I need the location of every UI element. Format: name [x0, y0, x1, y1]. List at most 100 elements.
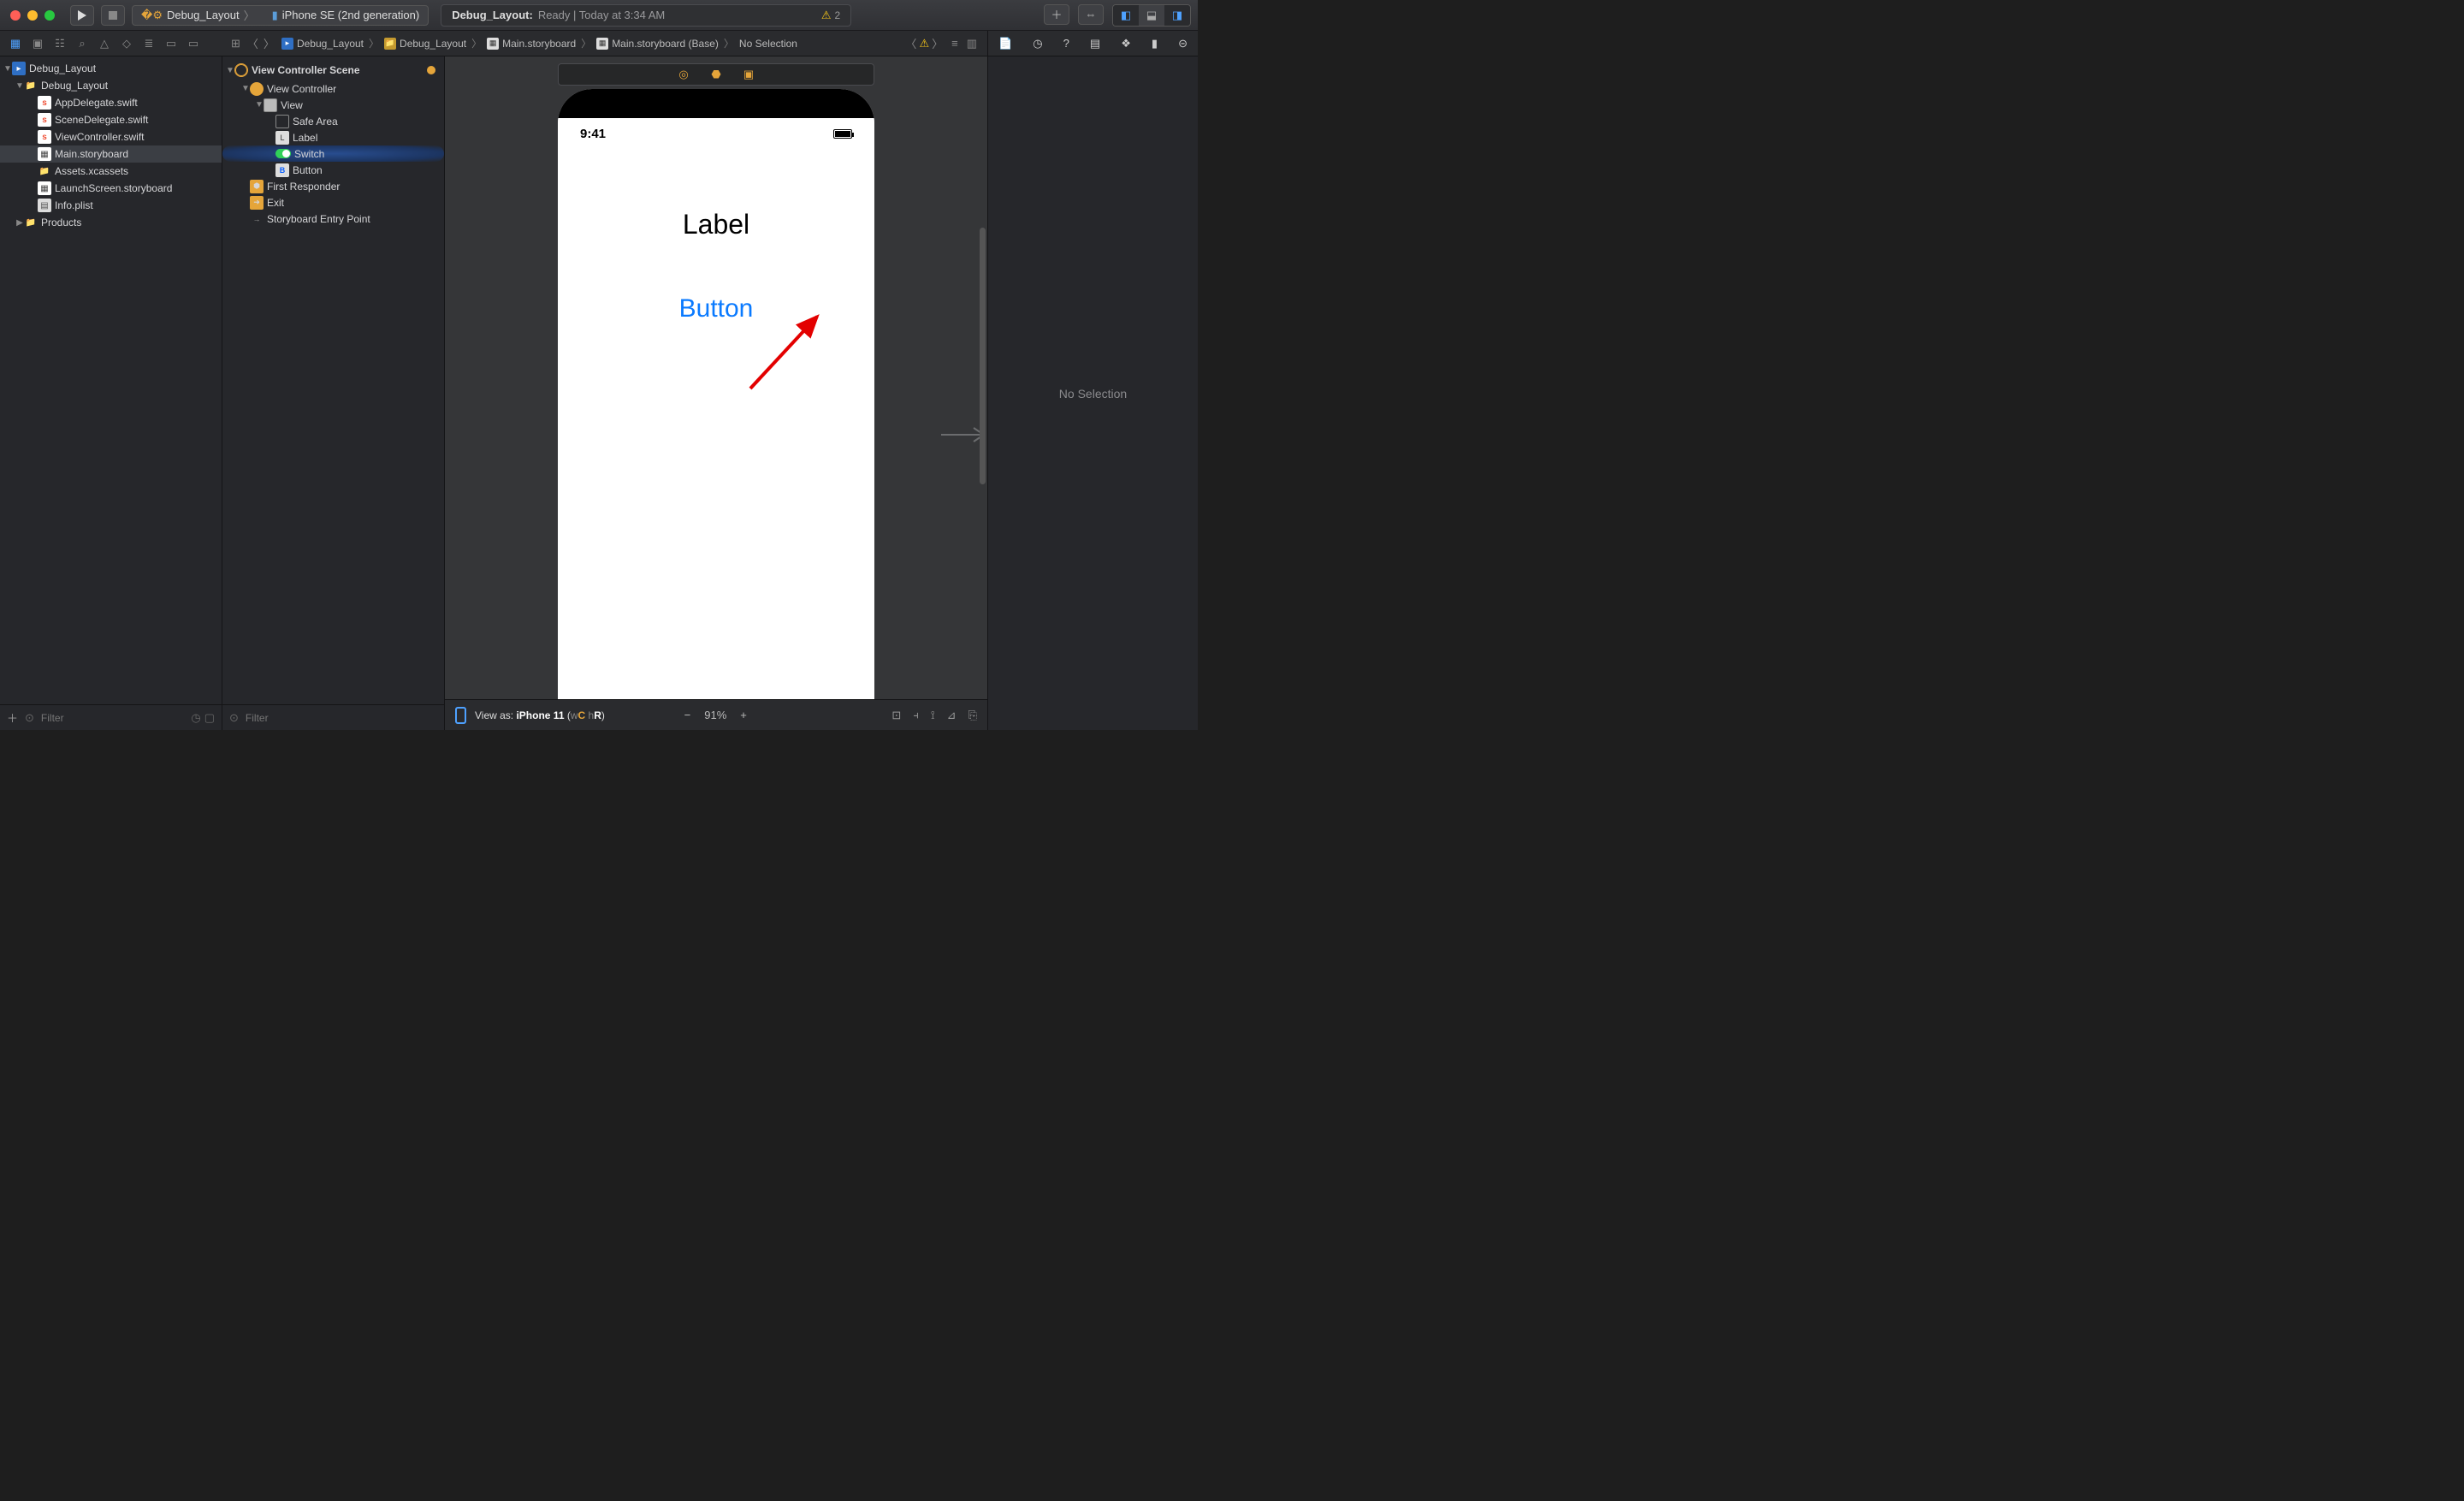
project-navigator-tab[interactable]: ▦ [9, 37, 22, 50]
toggle-debug-area[interactable]: ⬓ [1139, 5, 1164, 26]
scene-indicator-icon [427, 66, 435, 74]
outline-switch-selected[interactable]: Switch [222, 145, 444, 162]
status-project: Debug_Layout: [452, 9, 533, 21]
code-review-button[interactable]: ⇔ [1078, 4, 1104, 25]
scrollbar-thumb[interactable] [980, 228, 986, 484]
canvas-button[interactable]: Button [558, 294, 874, 323]
nav-file-selected[interactable]: ▦Main.storyboard [0, 145, 222, 163]
nav-file[interactable]: 📁Assets.xcassets [0, 163, 222, 180]
device-preview[interactable]: 9:41 Label Button [558, 89, 874, 699]
scheme-selector[interactable]: �⚙Debug_Layout〉 ▮iPhone SE (2nd generati… [132, 5, 429, 26]
nav-products[interactable]: ▶📁Products [0, 214, 222, 231]
outline-view[interactable]: ▼View [222, 97, 444, 113]
breakpoint-navigator-tab[interactable]: ▭ [164, 37, 178, 50]
jump-bar[interactable]: ▸Debug_Layout〉 📁Debug_Layout〉 ▦Main.stor… [281, 36, 797, 50]
embed-stack-icon[interactable]: ⎘ [968, 709, 977, 722]
device-config-icon[interactable] [455, 707, 466, 724]
attributes-inspector-tab[interactable]: ❖ [1121, 37, 1131, 50]
zoom-window[interactable] [44, 10, 55, 21]
firstresponder-dock-icon[interactable]: ⬣ [709, 68, 723, 81]
stop-button[interactable] [101, 5, 125, 26]
nav-filter-input[interactable] [41, 712, 184, 724]
outline-entrypoint[interactable]: →Storyboard Entry Point [222, 211, 444, 227]
status-bar: 9:41 [558, 127, 874, 144]
storyboard-icon: ▦ [596, 38, 608, 50]
canvas-footer: View as: iPhone 11 (wC hR) − 91% + ⊡ ⫞ ⟟… [445, 699, 987, 730]
size-inspector-tab[interactable]: ▮ [1152, 37, 1158, 50]
source-control-tab[interactable]: ▣ [31, 37, 44, 50]
activity-view[interactable]: Debug_Layout: Ready | Today at 3:34 AM ⚠… [441, 4, 851, 27]
safearea-icon [275, 115, 289, 128]
battery-icon [833, 129, 852, 139]
exit-icon: ➜ [250, 196, 264, 210]
nav-back[interactable]: 〈 [247, 35, 258, 51]
minimize-window[interactable] [27, 10, 38, 21]
nav-file[interactable]: sSceneDelegate.swift [0, 111, 222, 128]
embed-in-icon[interactable]: ⊡ [891, 709, 901, 722]
test-navigator-tab[interactable]: ◇ [120, 37, 133, 50]
zoom-out-button[interactable]: − [684, 709, 691, 721]
toggle-inspector[interactable]: ◨ [1164, 5, 1190, 26]
related-items-icon[interactable]: ⊞ [231, 37, 240, 50]
report-navigator-tab[interactable]: ▭ [187, 37, 200, 50]
nav-root[interactable]: ▼▸Debug_Layout [0, 60, 222, 77]
view-as-label[interactable]: View as: iPhone 11 (wC hR) [475, 709, 605, 721]
outline-scene[interactable]: ▼View Controller Scene [222, 60, 444, 80]
debug-navigator-tab[interactable]: ≣ [142, 37, 156, 50]
filter-icon: ⊙ [25, 711, 34, 725]
xcode-window: �⚙Debug_Layout〉 ▮iPhone SE (2nd generati… [0, 0, 1198, 730]
canvas-label[interactable]: Label [558, 209, 874, 240]
nav-file[interactable]: sAppDelegate.swift [0, 94, 222, 111]
nav-file[interactable]: sViewController.swift [0, 128, 222, 145]
issue-navigator-tab[interactable]: △ [98, 37, 111, 50]
firstresponder-icon: ⬢ [250, 180, 264, 193]
resolve-icon[interactable]: ⊿ [947, 709, 957, 722]
recent-filter-icon[interactable]: ◷ [191, 711, 200, 725]
exit-dock-icon[interactable]: ▣ [742, 68, 755, 81]
nav-forward[interactable]: 〉 [264, 35, 275, 51]
window-controls [10, 10, 55, 21]
connections-inspector-tab[interactable]: ⊝ [1178, 37, 1188, 50]
switch-icon [275, 149, 291, 158]
outline-safearea[interactable]: Safe Area [222, 113, 444, 129]
storyboard-icon: ▦ [487, 38, 499, 50]
interface-builder-canvas[interactable]: ◎ ⬣ ▣ 9:41 Label Button [445, 56, 987, 730]
outline-vc[interactable]: ▼View Controller [222, 80, 444, 97]
scm-filter-icon[interactable]: ▢ [204, 711, 215, 725]
notch [639, 89, 793, 113]
entrypoint-icon: → [250, 212, 264, 226]
viewcontroller-icon [250, 82, 264, 96]
history-inspector-tab[interactable]: ◷ [1033, 37, 1042, 50]
symbol-navigator-tab[interactable]: ☷ [53, 37, 67, 50]
help-inspector-tab[interactable]: ? [1063, 37, 1069, 50]
scene-icon [234, 63, 248, 77]
zoom-in-button[interactable]: + [740, 709, 747, 721]
outline-label[interactable]: LLabel [222, 129, 444, 145]
outline-exit[interactable]: ➜Exit [222, 194, 444, 211]
nav-group[interactable]: ▼📁Debug_Layout [0, 77, 222, 94]
outline-filter-input[interactable] [246, 712, 437, 724]
close-window[interactable] [10, 10, 21, 21]
outline-button[interactable]: BButton [222, 162, 444, 178]
find-navigator-tab[interactable]: ⌕ [75, 37, 89, 50]
folder-icon: 📁 [384, 38, 396, 50]
add-file-button[interactable]: ＋ [7, 709, 18, 726]
library-button[interactable]: ＋ [1044, 4, 1069, 25]
toggle-navigator[interactable]: ◧ [1113, 5, 1139, 26]
zoom-level[interactable]: 91% [704, 709, 726, 721]
adjust-editor-icon[interactable]: ≡ [951, 37, 958, 50]
pin-icon[interactable]: ⟟ [931, 709, 935, 722]
scene-dock[interactable]: ◎ ⬣ ▣ [558, 63, 874, 86]
align-icon[interactable]: ⫞ [913, 709, 919, 722]
add-editor-icon[interactable]: ▥ [967, 37, 977, 50]
identity-inspector-tab[interactable]: ▤ [1090, 37, 1100, 50]
file-inspector-tab[interactable]: 📄 [998, 37, 1012, 50]
warning-badge[interactable]: ⚠2 [821, 9, 840, 22]
viewcontroller-dock-icon[interactable]: ◎ [677, 68, 690, 81]
outline-firstresponder[interactable]: ⬢First Responder [222, 178, 444, 194]
run-button[interactable] [70, 5, 94, 26]
button-icon: B [275, 163, 289, 177]
nav-file[interactable]: ▤Info.plist [0, 197, 222, 214]
nav-file[interactable]: ▦LaunchScreen.storyboard [0, 180, 222, 197]
issue-stepper[interactable]: 〈⚠〉 [905, 35, 943, 51]
